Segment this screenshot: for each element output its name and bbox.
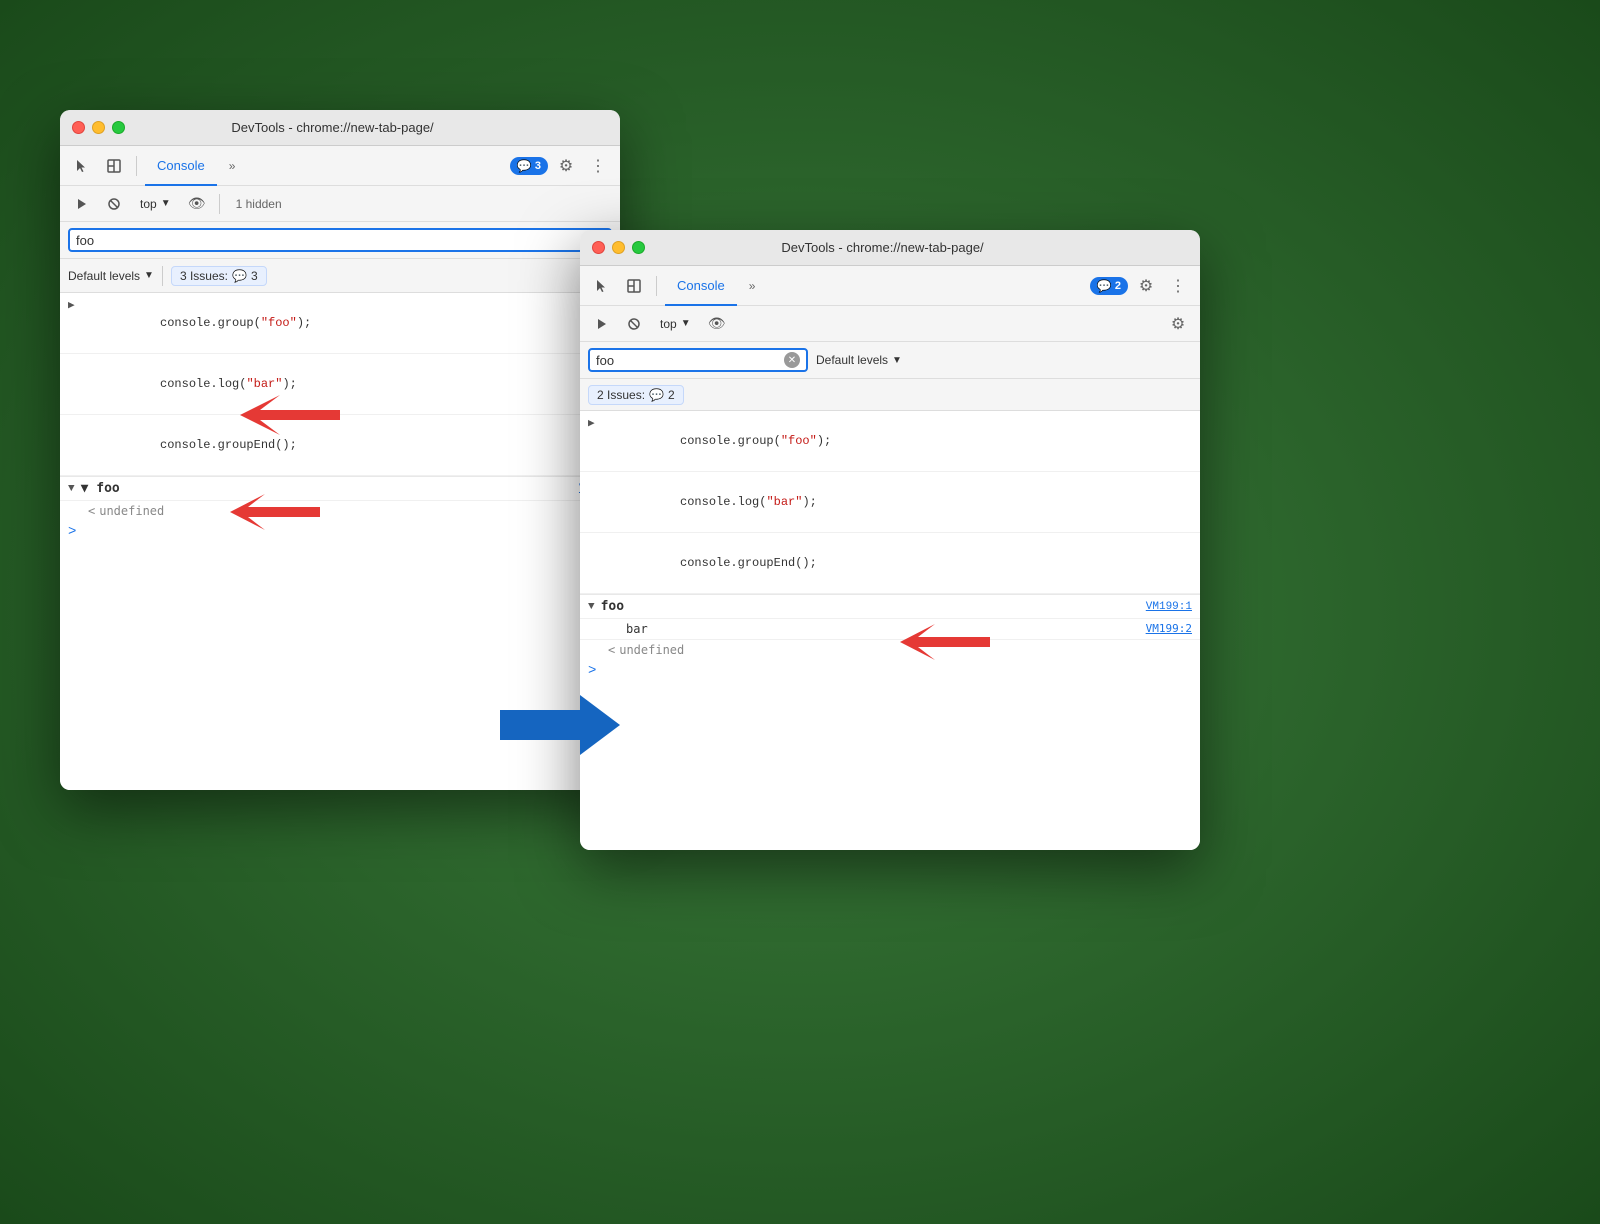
right-issues-bar: 2 Issues: 💬 2 [580,379,1200,411]
right-title-bar: DevTools - chrome://new-tab-page/ [580,230,1200,266]
right-console-tab[interactable]: Console [665,266,737,306]
right-eye-icon[interactable]: 👁 [703,310,731,338]
right-less-than-icon: < [608,643,615,657]
right-vm-ref1: VM199:1 [1146,601,1192,613]
right-settings-icon[interactable]: ⚙ [1132,272,1160,300]
right-close-button[interactable] [592,241,605,254]
left-main-toolbar: Console » 💬 3 ⚙ ⋮ [60,146,620,186]
right-console-log-line: console.log("bar"); [580,472,1200,533]
hidden-count-label: 1 hidden [236,197,282,211]
foo-triangle-icon: ▼ [68,483,75,495]
message-badge: 💬 3 [510,157,548,175]
right-console-groupend-line: console.groupEnd(); [580,533,1200,594]
maximize-button[interactable] [112,121,125,134]
right-expand-triangle-icon: ▶ [588,415,595,433]
eye-icon[interactable]: 👁 [183,190,211,218]
blue-arrow-between [500,690,620,765]
right-undefined-line: < undefined [580,640,1200,660]
right-search-bar[interactable]: foo ✕ [588,348,808,372]
kebab-menu-icon[interactable]: ⋮ [584,152,612,180]
right-panels-icon[interactable] [620,272,648,300]
red-arrow-foo-left [230,490,320,540]
right-console-group-line[interactable]: ▶ console.group("foo"); [580,411,1200,472]
console-tab[interactable]: Console [145,146,217,186]
traffic-lights [72,121,125,134]
right-more-tabs[interactable]: » [741,266,764,306]
toolbar-divider [136,156,137,176]
close-button[interactable] [72,121,85,134]
right-dropdown-chevron-icon: ▼ [681,318,691,329]
right-run-scripts-icon[interactable] [588,310,616,338]
right-default-levels[interactable]: Default levels ▼ [816,353,902,367]
left-search-bar[interactable]: foo ✕ [68,228,612,252]
undefined-line: < undefined [60,501,620,521]
less-than-icon: < [88,504,95,518]
more-tabs[interactable]: » [221,146,244,186]
issues-badge[interactable]: 3 Issues: 💬 3 [171,266,267,286]
right-issues-badge[interactable]: 2 Issues: 💬 2 [588,385,684,405]
right-window-title: DevTools - chrome://new-tab-page/ [657,240,1108,255]
filter-divider [162,266,163,286]
right-message-badge: 💬 2 [1090,277,1128,295]
right-console-prompt[interactable]: > [580,660,1200,682]
left-devtools-window: DevTools - chrome://new-tab-page/ Consol… [60,110,620,790]
console-prompt[interactable]: > [60,521,620,543]
right-vm-ref2: VM199:2 [1146,622,1192,636]
foo-group-result[interactable]: ▼ ▼ foo VM111 [60,476,620,501]
left-console-toolbar: top ▼ 👁 1 hidden [60,186,620,222]
right-minimize-button[interactable] [612,241,625,254]
right-cursor-icon[interactable] [588,272,616,300]
right-console-toolbar: top ▼ 👁 ⚙ [580,306,1200,342]
right-foo-triangle-icon: ▼ [588,601,595,613]
expand-triangle-icon: ▶ [68,297,75,315]
console-group-line[interactable]: ▶ console.group("foo"); [60,293,620,354]
right-foo-group-result[interactable]: ▼ foo VM199:1 [580,594,1200,619]
right-main-toolbar: Console » 💬 2 ⚙ ⋮ [580,266,1200,306]
minimize-button[interactable] [92,121,105,134]
right-kebab-menu-icon[interactable]: ⋮ [1164,272,1192,300]
right-levels-chevron-icon: ▼ [892,355,902,366]
console-log-line: console.log("bar"); [60,354,620,415]
right-block-icon[interactable] [620,310,648,338]
red-arrow-search [240,390,340,445]
right-top-dropdown[interactable]: top ▼ [652,314,699,334]
console-groupend-line: console.groupEnd(); [60,415,620,476]
bar-value: bar [626,622,648,636]
dropdown-chevron-icon: ▼ [161,198,171,209]
right-devtools-window: DevTools - chrome://new-tab-page/ Consol… [580,230,1200,850]
right-bar-line: bar VM199:2 [580,619,1200,640]
left-search-row: foo ✕ [60,222,620,259]
divider [219,194,220,214]
search-value: foo [76,233,94,248]
right-console-settings-icon[interactable]: ⚙ [1164,310,1192,338]
right-search-value: foo [596,353,614,368]
top-dropdown[interactable]: top ▼ [132,194,179,214]
right-search-row: foo ✕ Default levels ▼ [580,342,1200,379]
right-maximize-button[interactable] [632,241,645,254]
default-levels-dropdown[interactable]: Default levels ▼ [68,269,154,283]
foo-label: ▼ foo [81,481,120,496]
run-scripts-icon[interactable] [68,190,96,218]
cursor-icon[interactable] [68,152,96,180]
settings-icon[interactable]: ⚙ [552,152,580,180]
levels-chevron-icon: ▼ [144,270,154,281]
left-filter-bar: Default levels ▼ 3 Issues: 💬 3 [60,259,620,293]
block-icon[interactable] [100,190,128,218]
panels-icon[interactable] [100,152,128,180]
right-toolbar-divider [656,276,657,296]
red-arrow-foo-right [900,620,990,670]
right-console-content: ▶ console.group("foo"); console.log("bar… [580,411,1200,850]
left-title-bar: DevTools - chrome://new-tab-page/ [60,110,620,146]
right-foo-label: foo [601,599,624,614]
right-traffic-lights [592,241,645,254]
right-clear-search-icon[interactable]: ✕ [784,352,800,368]
window-title: DevTools - chrome://new-tab-page/ [137,120,528,135]
